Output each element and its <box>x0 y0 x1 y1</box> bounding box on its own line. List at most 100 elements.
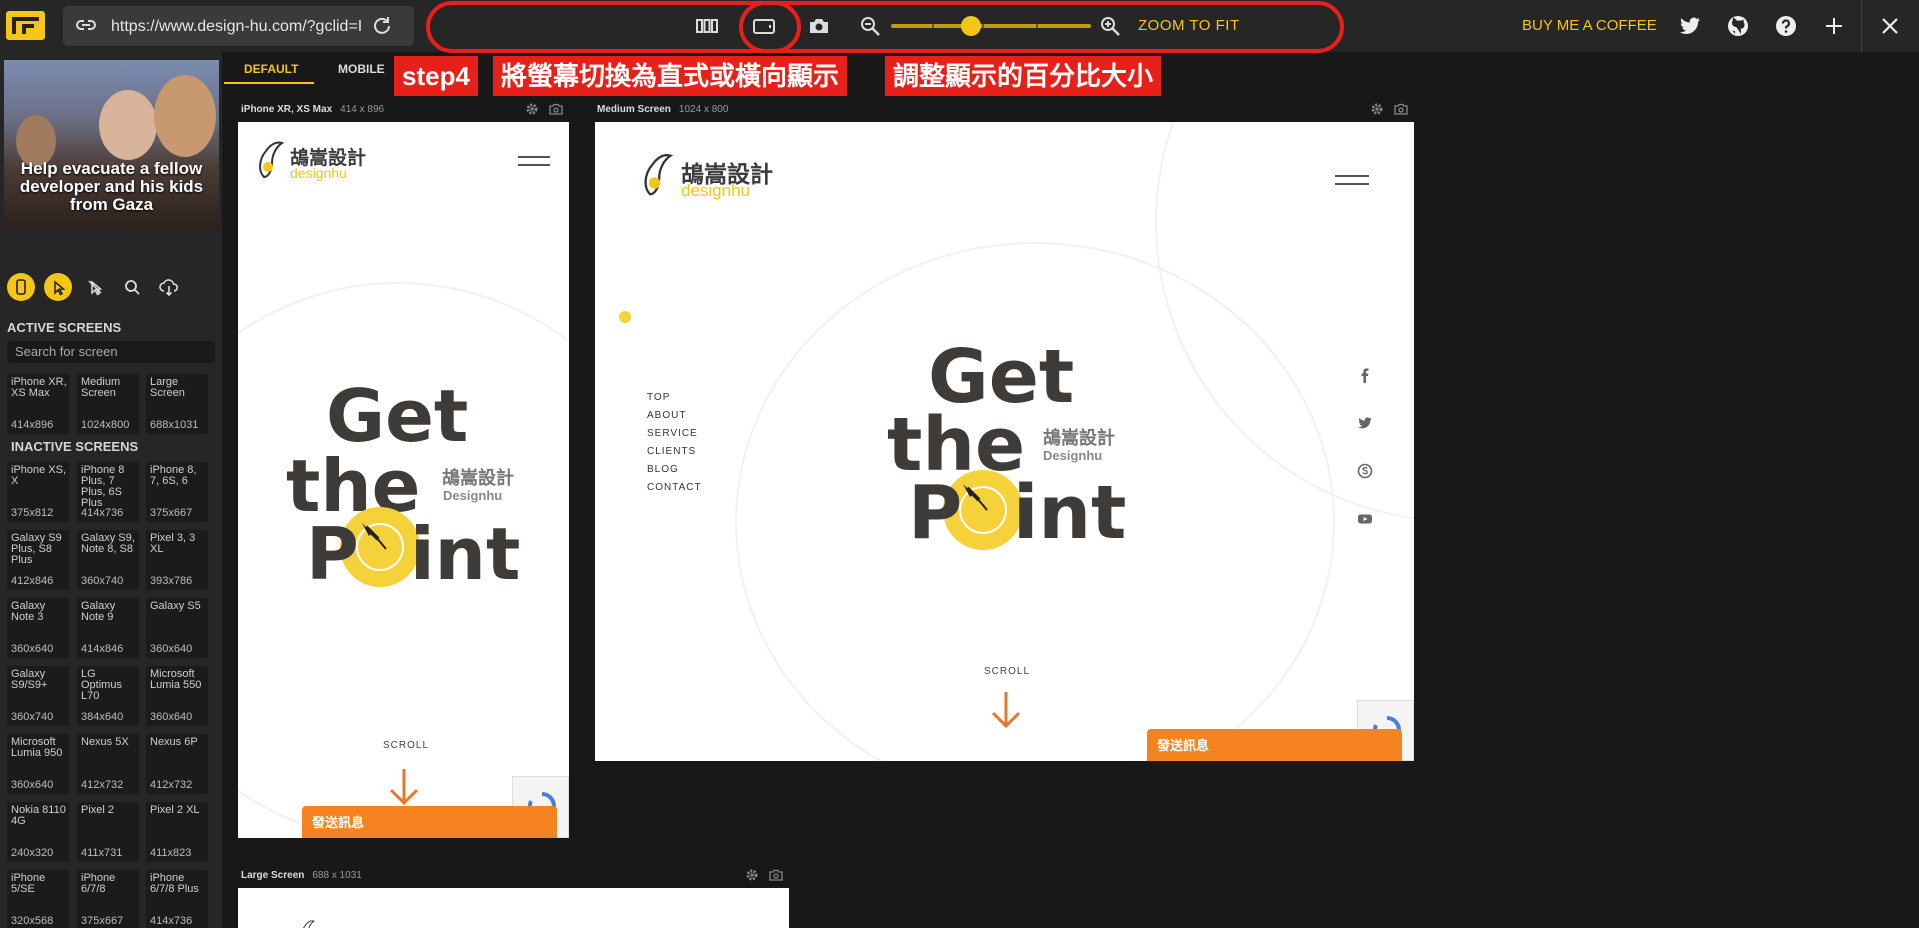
screen-option[interactable]: Galaxy S9, Note 8, S8 360x740 <box>77 530 139 590</box>
device-name: Large Screen <box>241 870 305 881</box>
tab-mobile[interactable]: MOBILE <box>338 62 385 76</box>
nav-service[interactable]: SERVICE <box>647 428 702 446</box>
reload-icon[interactable] <box>371 15 393 37</box>
close-icon[interactable] <box>1878 14 1902 38</box>
hero-line-1: Get <box>326 374 469 458</box>
screen-option[interactable]: Nexus 5X 412x732 <box>77 734 139 794</box>
device-name: iPhone XR, XS Max <box>241 104 333 115</box>
address-bar[interactable]: https://www.design-hu.com/?gclid=I <box>63 6 414 46</box>
screen-option-name: Microsoft Lumia 950 <box>11 736 63 759</box>
screen-option-size: 411x823 <box>150 847 192 859</box>
screen-option[interactable]: Pixel 3, 3 XL 393x786 <box>146 530 208 590</box>
device-mode-tool[interactable] <box>7 273 35 301</box>
scroll-down-arrow-icon[interactable] <box>388 767 420 807</box>
tab-active-indicator <box>224 82 314 84</box>
search-icon <box>125 280 140 295</box>
hamburger-menu-icon[interactable] <box>1335 175 1369 185</box>
screen-option-name: Pixel 2 XL <box>150 804 200 816</box>
app-logo[interactable] <box>6 11 45 40</box>
screen-option-name: Pixel 3, 3 XL <box>150 532 196 555</box>
tab-default[interactable]: DEFAULT <box>244 62 298 76</box>
scroll-hint: SCROLL <box>383 740 430 751</box>
url-input[interactable]: https://www.design-hu.com/?gclid=I <box>111 18 367 36</box>
search-tool[interactable] <box>118 273 146 301</box>
github-icon[interactable] <box>1726 14 1750 38</box>
device-screenshot-camera-icon[interactable] <box>769 868 783 882</box>
twitter-icon[interactable] <box>1678 14 1702 38</box>
screen-option[interactable]: iPhone XR, XS Max 414x896 <box>7 374 69 434</box>
brand-name-en: designhu <box>681 181 751 200</box>
screen-option[interactable]: Galaxy S5 360x640 <box>146 598 208 658</box>
screen-option[interactable]: Pixel 2 411x731 <box>77 802 139 862</box>
screen-search-input[interactable]: Search for screen <box>7 341 215 363</box>
scroll-down-arrow-icon[interactable] <box>990 690 1022 730</box>
hamburger-menu-icon[interactable] <box>518 156 550 166</box>
active-screens-heading: ACTIVE SCREENS <box>7 320 122 335</box>
screen-option[interactable]: Microsoft Lumia 550 360x640 <box>146 666 208 726</box>
screen-option-size: 375x667 <box>81 915 124 927</box>
screen-option[interactable]: iPhone 6/7/8 375x667 <box>77 870 139 928</box>
device-settings-gear-icon[interactable] <box>1370 102 1384 116</box>
screen-option[interactable]: Galaxy S9/S9+ 360x740 <box>7 666 69 726</box>
screen-option[interactable]: Large Screen 688x1031 <box>146 374 208 434</box>
device-screenshot-camera-icon[interactable] <box>549 102 563 116</box>
sponsored-banner[interactable]: Help evacuate a fellow developer and his… <box>4 60 219 228</box>
screen-option[interactable]: Nexus 6P 412x732 <box>146 734 208 794</box>
hero-sub-cn: 鴣嵩設計 <box>1043 428 1115 449</box>
screen-option[interactable]: Galaxy S9 Plus, S8 Plus 412x846 <box>7 530 69 590</box>
annotation-ring-rotate <box>739 1 801 53</box>
screen-option-size: 688x1031 <box>150 419 199 431</box>
screen-option-size: 414x736 <box>81 507 124 519</box>
screen-option-name: Nexus 5X <box>81 736 129 748</box>
screen-option-name: iPhone 8 Plus, 7 Plus, 6S Plus <box>81 464 125 509</box>
screen-option[interactable]: iPhone 8, 7, 6S, 6 375x667 <box>146 462 208 522</box>
device-settings-gear-icon[interactable] <box>745 868 759 882</box>
inspect-tool[interactable] <box>44 273 72 301</box>
screen-option[interactable]: Pixel 2 XL 411x823 <box>146 802 208 862</box>
screen-option[interactable]: iPhone 8 Plus, 7 Plus, 6S Plus 414x736 <box>77 462 139 522</box>
screen-option[interactable]: Galaxy Note 9 414x846 <box>77 598 139 658</box>
facebook-icon[interactable] <box>1357 367 1373 383</box>
screen-option-size: 240x320 <box>11 847 54 859</box>
disable-pointer-tool[interactable] <box>81 273 109 301</box>
send-message-button[interactable]: 發送訊息 <box>302 806 557 838</box>
nav-blog[interactable]: BLOG <box>647 464 702 482</box>
youtube-icon[interactable] <box>1357 511 1373 527</box>
skype-icon[interactable] <box>1357 463 1373 479</box>
nav-contact[interactable]: CONTACT <box>647 482 702 500</box>
screen-option-size: 414x736 <box>150 915 193 927</box>
screen-option[interactable]: LG Optimus L70 384x640 <box>77 666 139 726</box>
screen-option-size: 375x667 <box>150 507 193 519</box>
iphone-preview-frame[interactable]: 鴣嵩設計 designhu Get the P int 鴣嵩設計 Designh… <box>238 122 569 838</box>
screen-option-size: 414x896 <box>11 419 54 431</box>
send-message-button[interactable]: 發送訊息 <box>1147 729 1402 761</box>
screen-option[interactable]: Medium Screen 1024x800 <box>77 374 139 434</box>
screen-option-size: 375x812 <box>11 507 54 519</box>
hero-sub-en: Designhu <box>1043 448 1103 463</box>
bird-logo-icon <box>644 154 674 196</box>
screen-option-size: 360x640 <box>150 711 193 723</box>
screen-option-name: Galaxy S9/S9+ <box>11 668 48 691</box>
device-size: 688 x 1031 <box>312 870 362 881</box>
cloud-download-tool[interactable] <box>155 273 183 301</box>
nav-about[interactable]: ABOUT <box>647 410 702 428</box>
device-screenshot-camera-icon[interactable] <box>1394 102 1408 116</box>
screen-option[interactable]: Galaxy Note 3 360x640 <box>7 598 69 658</box>
medium-preview-frame[interactable]: 鴣嵩設計 designhu TOP ABOUT SERVICE CLIENTS … <box>595 122 1414 761</box>
nav-clients[interactable]: CLIENTS <box>647 446 702 464</box>
screen-option[interactable]: iPhone 5/SE 320x568 <box>7 870 69 928</box>
help-icon[interactable] <box>1774 14 1798 38</box>
screen-option[interactable]: iPhone 6/7/8 Plus 414x736 <box>146 870 208 928</box>
large-preview-frame[interactable] <box>238 888 789 928</box>
screen-option[interactable]: iPhone XS, X 375x812 <box>7 462 69 522</box>
add-icon[interactable] <box>1822 14 1846 38</box>
screen-option[interactable]: Nokia 8110 4G 240x320 <box>7 802 69 862</box>
twitter-icon[interactable] <box>1357 415 1373 431</box>
pointer-click-icon <box>54 280 66 296</box>
device-label-medium: Medium Screen 1024 x 800 <box>597 104 728 115</box>
nav-top[interactable]: TOP <box>647 392 702 410</box>
device-settings-gear-icon[interactable] <box>525 102 539 116</box>
buy-me-a-coffee-link[interactable]: BUY ME A COFFEE <box>1522 17 1657 34</box>
screen-option[interactable]: Microsoft Lumia 950 360x640 <box>7 734 69 794</box>
screen-option-name: iPhone 5/SE <box>11 872 46 895</box>
